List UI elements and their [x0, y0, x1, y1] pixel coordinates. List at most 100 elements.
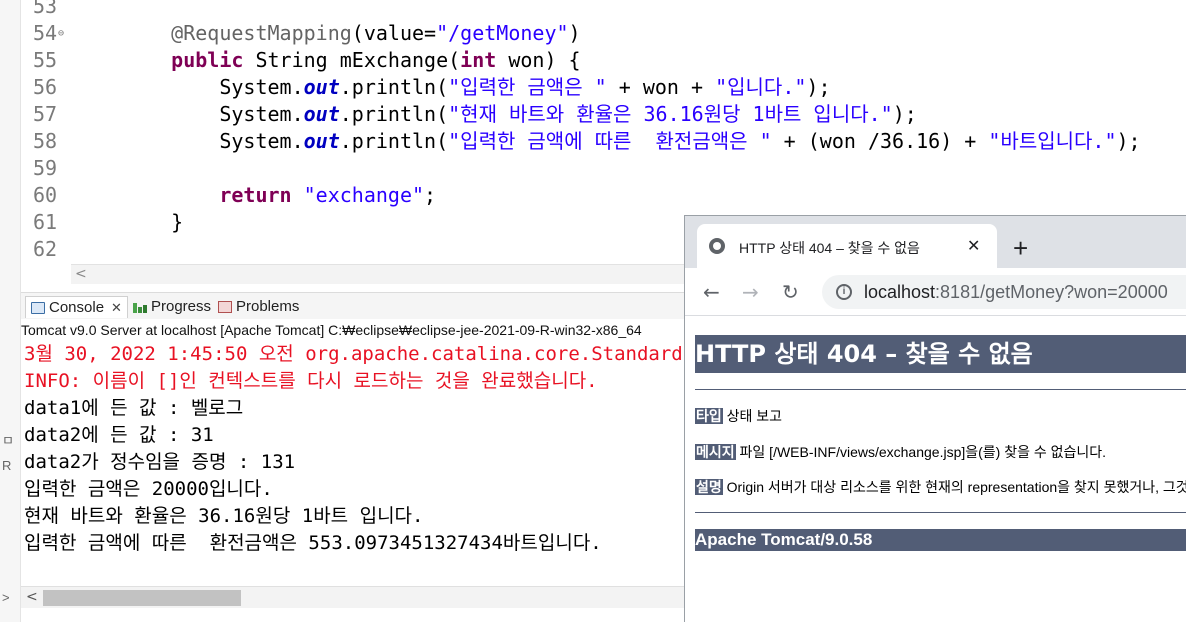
- console-line: 입력한 금액은 20000입니다.: [24, 478, 273, 500]
- url-path: :8181/getMoney?won=20000: [935, 282, 1168, 302]
- type-label: 타입: [695, 408, 723, 424]
- code-line[interactable]: 56 System.out.println("입력한 금액은 " + won +…: [21, 74, 1186, 101]
- code-token: }: [123, 210, 184, 234]
- browser-window: HTTP 상태 404 – 찾을 수 없음 ✕ + ← → ↻ i localh…: [684, 215, 1186, 622]
- scroll-left-arrow-icon[interactable]: <: [75, 266, 87, 282]
- code-token: won) {: [496, 48, 581, 72]
- code-token: ): [568, 21, 581, 45]
- type-text: 상태 보고: [722, 408, 783, 424]
- tab-console-label: Console: [49, 298, 105, 316]
- new-tab-button[interactable]: +: [1013, 235, 1028, 261]
- code-token: int: [460, 48, 497, 72]
- code-token: "/getMoney": [436, 21, 569, 45]
- console-line: data2가 정수임을 증명 : 131: [24, 451, 296, 473]
- type-line: 타입 상태 보고: [695, 406, 1186, 426]
- description-label: 설명: [695, 479, 723, 495]
- code-token: "입력한 금액은 ": [448, 75, 607, 99]
- line-number: 59: [33, 156, 58, 180]
- line-number: 62: [33, 237, 58, 261]
- console-horizontal-scrollbar[interactable]: <: [21, 586, 686, 608]
- code-token: out: [303, 75, 340, 99]
- side-marker-2: R: [2, 458, 12, 473]
- code-token: out: [303, 102, 340, 126]
- scrollbar-thumb[interactable]: [43, 590, 241, 606]
- console-line: 3월 30, 2022 1:45:50 오전 org.apache.catali…: [24, 343, 686, 365]
- code-line[interactable]: 60 return "exchange";: [21, 182, 1186, 209]
- tab-problems[interactable]: Problems: [218, 296, 299, 318]
- code-line[interactable]: 57 System.out.println("현재 바트와 환율은 36.16원…: [21, 101, 1186, 128]
- console-process-title: Tomcat v9.0 Server at localhost [Apache …: [21, 319, 686, 341]
- forward-icon[interactable]: →: [742, 280, 759, 304]
- code-token: .println(: [339, 102, 449, 126]
- console-line: 입력한 금액에 따른 환전금액은 553.0973451327434바트입니다.: [24, 532, 602, 554]
- code-line[interactable]: 55 public String mExchange(int won) {: [21, 47, 1186, 74]
- code-text: public String mExchange(int won) {: [123, 47, 581, 74]
- code-token: .println(: [339, 129, 449, 153]
- tab-console[interactable]: Console ✕: [25, 296, 128, 318]
- code-token: String mExchange(: [243, 48, 461, 72]
- code-token: System.: [123, 102, 304, 126]
- line-number: 60: [33, 183, 58, 207]
- message-label: 메시지: [695, 444, 736, 460]
- reload-icon[interactable]: ↻: [782, 280, 799, 304]
- code-token: );: [806, 75, 831, 99]
- browser-tab-strip: HTTP 상태 404 – 찾을 수 없음 ✕ +: [685, 216, 1186, 268]
- browser-tab[interactable]: HTTP 상태 404 – 찾을 수 없음 ✕: [697, 224, 997, 268]
- code-token: "바트입니다.": [988, 129, 1117, 153]
- code-token: "exchange": [303, 183, 425, 207]
- code-token: @RequestMapping: [171, 21, 352, 45]
- code-token: + won +: [606, 75, 716, 99]
- description-text: Origin 서버가 대상 리소스를 위한 현재의 representation…: [726, 479, 1186, 495]
- code-token: + (won /36.16) +: [771, 129, 989, 153]
- site-info-icon[interactable]: i: [836, 284, 852, 300]
- line-number: 56: [33, 75, 58, 99]
- error-page: HTTP 상태 404 – 찾을 수 없음 타입 상태 보고 메시지 파일 [/…: [685, 317, 1186, 622]
- tab-progress[interactable]: Progress: [133, 296, 211, 318]
- code-token: out: [303, 129, 340, 153]
- problems-icon: [218, 301, 232, 313]
- code-line[interactable]: 58 System.out.println("입력한 금액에 따른 환전금액은 …: [21, 128, 1186, 155]
- console-icon: [31, 301, 45, 314]
- message-text: 파일 [/WEB-INF/views/exchange.jsp]을(를) 찾을 …: [735, 444, 1107, 460]
- line-number: 58: [33, 129, 58, 153]
- url-text[interactable]: localhost:8181/getMoney?won=20000: [864, 275, 1168, 309]
- console-line: INFO: 이름이 []인 컨텍스트를 다시 로드하는 것을 완료했습니다.: [24, 370, 598, 392]
- line-number: 61: [33, 210, 58, 234]
- code-line[interactable]: 53: [21, 0, 1186, 20]
- left-side-strip: ㅁ R >: [0, 0, 21, 622]
- address-bar[interactable]: i localhost:8181/getMoney?won=20000: [822, 275, 1186, 309]
- code-text: }: [123, 209, 183, 236]
- console-tab-bar: Console ✕ Progress Problems: [21, 292, 701, 319]
- back-icon[interactable]: ←: [703, 280, 720, 304]
- console-output[interactable]: 3월 30, 2022 1:45:50 오전 org.apache.catali…: [21, 341, 686, 586]
- console-line: 현재 바트와 환율은 36.16원당 1바트 입니다.: [24, 505, 424, 527]
- side-marker-1: ㅁ: [2, 433, 14, 448]
- browser-tab-title: HTTP 상태 404 – 찾을 수 없음: [739, 240, 920, 256]
- tab-problems-label: Problems: [236, 298, 300, 315]
- code-token: public: [171, 48, 244, 72]
- server-footer: Apache Tomcat/9.0.58: [695, 529, 1186, 551]
- close-tab-icon[interactable]: ✕: [967, 236, 980, 256]
- description-line: 설명 Origin 서버가 대상 리소스를 위한 현재의 representat…: [695, 477, 1186, 497]
- code-token: ;: [424, 183, 437, 207]
- page-title: HTTP 상태 404 – 찾을 수 없음: [695, 335, 1186, 373]
- console-line: data2에 든 값 : 31: [24, 424, 214, 446]
- line-number: 55: [33, 48, 58, 72]
- code-token: .println(: [339, 75, 449, 99]
- console-line: data1에 든 값 : 벨로그: [24, 397, 244, 419]
- globe-icon: [709, 238, 725, 254]
- divider: [695, 512, 1186, 513]
- fold-icon[interactable]: ⊖: [58, 20, 64, 47]
- code-line[interactable]: 59: [21, 155, 1186, 182]
- code-text: System.out.println("현재 바트와 환율은 36.16원당 1…: [123, 101, 917, 128]
- code-token: );: [1116, 129, 1141, 153]
- code-token: );: [892, 102, 917, 126]
- code-token: System.: [123, 129, 304, 153]
- close-icon[interactable]: ✕: [111, 297, 122, 319]
- tab-progress-label: Progress: [151, 298, 212, 315]
- scroll-left-arrow-icon[interactable]: <: [26, 589, 38, 605]
- code-line[interactable]: 54 ⊖ @RequestMapping(value="/getMoney"): [21, 20, 1186, 47]
